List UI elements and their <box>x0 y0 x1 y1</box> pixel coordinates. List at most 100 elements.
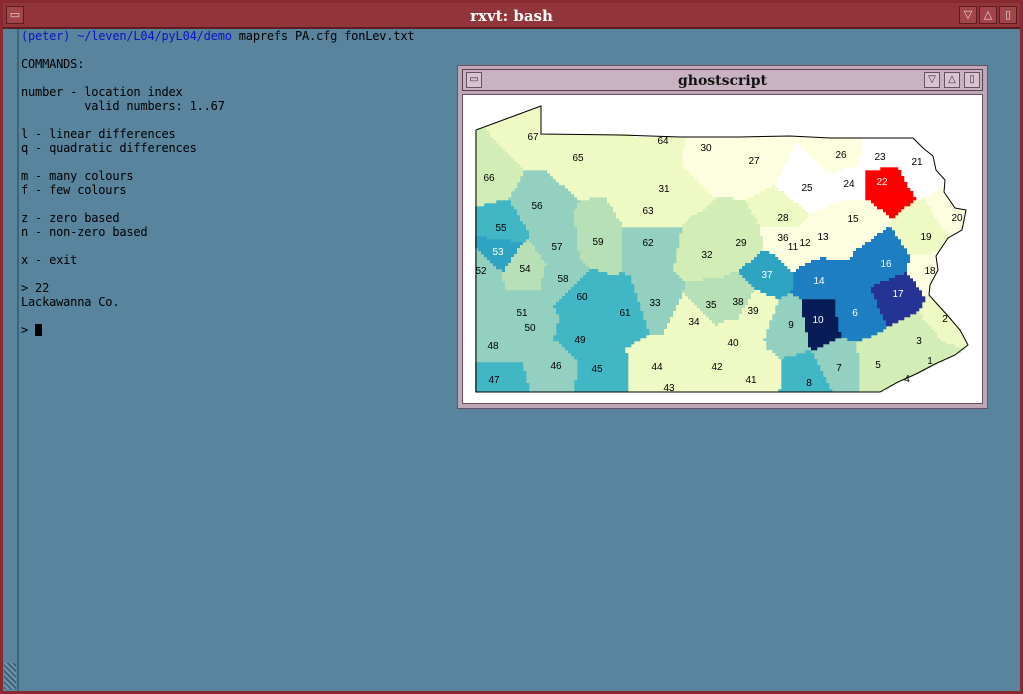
region-label: 10 <box>812 315 824 326</box>
region-label: 33 <box>649 298 661 309</box>
terminal-line-text: > <box>21 323 36 337</box>
terminal-line: l - linear differences <box>21 127 414 141</box>
terminal-line: (peter) ~/leven/L04/pyL04/demo maprefs P… <box>21 29 415 43</box>
region-label: 62 <box>642 238 654 249</box>
region-label: 38 <box>732 297 744 308</box>
region-label: 46 <box>550 361 562 372</box>
terminal-titlebar[interactable]: ▭ rxvt: bash ▽ △ ▯ <box>3 3 1020 29</box>
pennsylvania-county-map: 123456789 1011 121314151617181920212223242… <box>475 105 969 394</box>
region-label: 64 <box>657 136 669 147</box>
region-label: 45 <box>591 364 603 375</box>
minimize-icon: ▽ <box>963 8 973 21</box>
region-label: 18 <box>924 266 936 277</box>
maximize-button[interactable]: △ <box>979 6 997 24</box>
region-label: 14 <box>813 276 825 287</box>
terminal-output[interactable]: (peter) ~/leven/L04/pyL04/demo maprefs P… <box>21 29 415 337</box>
gs-maximize-button[interactable]: △ <box>944 72 960 88</box>
terminal-line-text: x - exit <box>21 253 78 267</box>
ghostscript-window: ▭ ghostscript ▽ △ ▯ 1 2 3 4 5 6 7 8 9 10 11 12 13 14 1… <box>457 65 988 409</box>
region-label: 2 <box>942 314 948 325</box>
region-label: 19 <box>920 232 932 243</box>
terminal-line: f - few colours <box>21 183 414 197</box>
region-label: 44 <box>651 362 663 373</box>
terminal-line-text: f - few colours <box>21 183 127 197</box>
region-label: 60 <box>576 292 588 303</box>
region-label: 43 <box>663 383 675 394</box>
minimize-button[interactable]: ▽ <box>959 6 977 24</box>
scrollbar-thumb[interactable] <box>4 663 16 689</box>
region-64[interactable] <box>619 134 686 165</box>
gs-minimize-button[interactable]: ▽ <box>924 72 940 88</box>
terminal-line: COMMANDS: <box>21 57 414 71</box>
region-label: 22 <box>876 177 888 188</box>
terminal-line: m - many colours <box>21 169 414 183</box>
terminal-line: q - quadratic differences <box>21 141 414 155</box>
terminal-line: number - location index <box>21 85 414 99</box>
region-label: 17 <box>892 289 904 300</box>
region-label: 37 <box>761 270 773 281</box>
terminal-line-text: maprefs PA.cfg fonLev.txt <box>231 29 415 43</box>
terminal-line: Lackawanna Co. <box>21 295 414 309</box>
region-label: 41 <box>745 375 757 386</box>
terminal-line-text: > 22 <box>21 281 50 295</box>
region-label: 25 <box>801 183 813 194</box>
terminal-line-text: n - non-zero based <box>21 225 148 239</box>
region-label: 54 <box>519 264 531 275</box>
region-label: 61 <box>619 308 631 319</box>
terminal-line-text: q - quadratic differences <box>21 141 197 155</box>
ghostscript-titlebar[interactable]: ▭ ghostscript ▽ △ ▯ <box>462 69 983 91</box>
region-label: 27 <box>748 156 760 167</box>
terminal-scrollbar[interactable] <box>3 29 19 691</box>
region-label: 35 <box>705 300 717 311</box>
region-label: 36 <box>777 233 789 244</box>
map-regions <box>475 107 968 393</box>
region-label: 32 <box>701 250 713 261</box>
terminal-line-text: Lackawanna Co. <box>21 295 120 309</box>
region-label: 21 <box>911 157 923 168</box>
region-label: 58 <box>557 274 569 285</box>
region-label: 39 <box>747 306 759 317</box>
region-label: 67 <box>527 132 539 143</box>
region-label: 20 <box>951 213 963 224</box>
region-label: 16 <box>880 259 892 270</box>
close-icon: ▯ <box>1004 8 1012 21</box>
terminal-line: > <box>21 323 414 337</box>
terminal-line: x - exit <box>21 253 414 267</box>
gs-close-button[interactable]: ▯ <box>964 72 980 88</box>
region-label: 24 <box>843 179 855 190</box>
region-label: 31 <box>658 184 670 195</box>
region-label: 53 <box>492 247 504 258</box>
region-label: 23 <box>874 152 886 163</box>
region-label: 13 <box>817 232 829 243</box>
region-label: 6 <box>852 308 858 319</box>
prompt-path: (peter) ~/leven/L04/pyL04/demo <box>21 29 232 43</box>
region-label: 47 <box>488 375 500 386</box>
close-icon: ▯ <box>969 74 975 85</box>
region-label: 57 <box>551 242 563 253</box>
region-label: 50 <box>524 323 536 334</box>
region-label: 4 <box>904 374 910 385</box>
region-label: 40 <box>727 338 739 349</box>
terminal-line-text: valid numbers: 1..67 <box>21 99 225 113</box>
region-label: 3 <box>916 336 922 347</box>
region-47[interactable] <box>475 362 530 393</box>
region-label: 29 <box>735 238 747 249</box>
terminal-line: z - zero based <box>21 211 414 225</box>
region-label: 59 <box>592 237 604 248</box>
region-label: 56 <box>531 201 543 212</box>
ghostscript-title: ghostscript <box>677 73 767 89</box>
region-label: 63 <box>642 206 654 217</box>
region-label: 9 <box>788 320 794 331</box>
maximize-icon: △ <box>948 74 956 85</box>
region-62[interactable] <box>622 227 683 276</box>
terminal-line-text: m - many colours <box>21 169 134 183</box>
region-label: 26 <box>835 150 847 161</box>
close-button[interactable]: ▯ <box>999 6 1017 24</box>
ghostscript-canvas: 1 2 3 4 5 6 7 8 9 10 11 12 13 14 15 16 17 18 19 20 21 22 23 24 2… <box>462 94 983 404</box>
